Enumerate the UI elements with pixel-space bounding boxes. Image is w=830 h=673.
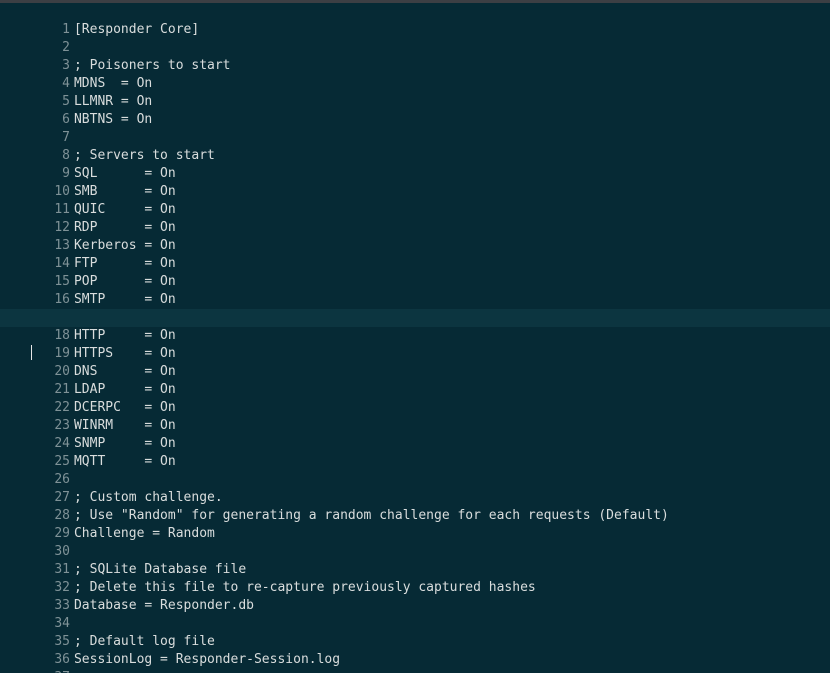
editor-line[interactable]: 16 SMTP = On bbox=[0, 273, 830, 307]
editor-line[interactable]: 24 SNMP = On bbox=[0, 417, 830, 451]
editor-line[interactable]: 8; Servers to start bbox=[0, 129, 830, 163]
editor-line[interactable]: 7 bbox=[0, 111, 830, 145]
editor-line[interactable]: 21 LDAP = On bbox=[0, 363, 830, 397]
editor-line[interactable]: 35; Default log file bbox=[0, 615, 830, 649]
editor-line-current[interactable]: 18 HTTP = On bbox=[0, 309, 830, 360]
editor-line[interactable]: 15 POP = On bbox=[0, 255, 830, 289]
editor-line[interactable]: 36 SessionLog = Responder-Session.log bbox=[0, 633, 830, 667]
editor-line[interactable]: 33 Database = Responder.db bbox=[0, 579, 830, 613]
editor-line[interactable]: 13 Kerberos = On bbox=[0, 219, 830, 253]
editor-line[interactable]: 12 RDP = On bbox=[0, 201, 830, 235]
editor-line[interactable]: 34 bbox=[0, 597, 830, 631]
editor-line[interactable]: 11 QUIC = On bbox=[0, 183, 830, 217]
editor-line[interactable]: 20 DNS = On bbox=[0, 345, 830, 379]
editor-line[interactable]: 31; SQLite Database file bbox=[0, 543, 830, 577]
editor-line[interactable]: 3; Poisoners to start bbox=[0, 39, 830, 73]
editor-line[interactable]: 28; Use "Random" for generating a random… bbox=[0, 489, 830, 523]
editor-line[interactable]: 22 DCERPC = On bbox=[0, 381, 830, 415]
editor-line[interactable]: 32; Delete this file to re-capture previ… bbox=[0, 561, 830, 595]
editor-line[interactable]: 14 FTP = On bbox=[0, 237, 830, 271]
editor-line[interactable]: 27; Custom challenge. bbox=[0, 471, 830, 505]
editor-line[interactable]: 25 MQTT = On bbox=[0, 435, 830, 469]
text-editor[interactable]: 1 [Responder Core] 2 3; Poisoners to star… bbox=[0, 3, 830, 673]
editor-line[interactable]: 23 WINRM = On bbox=[0, 399, 830, 433]
editor-line[interactable]: 9 SQL = On bbox=[0, 147, 830, 181]
editor-line[interactable]: 1 [Responder Core] bbox=[0, 3, 830, 37]
editor-line[interactable]: 2 bbox=[0, 21, 830, 55]
editor-line[interactable]: 37 bbox=[0, 651, 830, 673]
editor-line[interactable]: 10 SMB = On bbox=[0, 165, 830, 199]
editor-line[interactable]: 17IMAP = On bbox=[0, 291, 830, 325]
editor-line[interactable]: 4 MDNS = On bbox=[0, 57, 830, 91]
editor-line[interactable]: 26 bbox=[0, 453, 830, 487]
editor-line[interactable]: 30 bbox=[0, 525, 830, 559]
editor-line[interactable]: 6 NBTNS = On bbox=[0, 93, 830, 127]
editor-line[interactable]: 19 HTTPS = On bbox=[0, 327, 830, 361]
editor-line[interactable]: 38; Poisoners log bbox=[0, 669, 830, 673]
editor-line[interactable]: 5 LLMNR = On bbox=[0, 75, 830, 109]
editor-line[interactable]: 29 Challenge = Random bbox=[0, 507, 830, 541]
